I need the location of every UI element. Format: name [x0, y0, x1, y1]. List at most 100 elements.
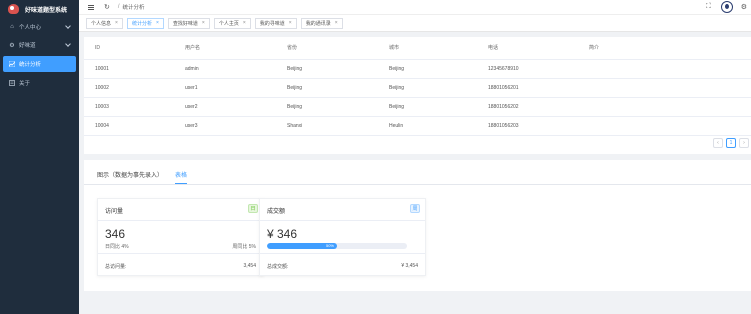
close-icon[interactable]: × — [289, 20, 292, 26]
table-row[interactable]: 10004 user3 Shanxi Heulin 18801056203 — [84, 116, 751, 136]
home-icon: ⌂ — [10, 24, 14, 30]
total-visits-label: 总访问量: — [105, 264, 127, 270]
table-cell: user2 — [185, 97, 287, 117]
avatar[interactable] — [720, 1, 733, 13]
stats-panel: 图示（数据为事先录入） 表格 访问量 日 346 日同比 4% 周同比 5% 总… — [84, 160, 751, 291]
menu-toggle-icon[interactable] — [88, 4, 94, 10]
table-cell: Beijing — [287, 78, 389, 98]
stats-tabs: 图示（数据为事先录入） 表格 — [97, 170, 199, 184]
close-icon[interactable]: × — [115, 20, 118, 26]
chevron-down-icon — [65, 23, 71, 29]
tag-homepage[interactable]: 个人主页 × — [213, 17, 251, 29]
tag-label: 个人主页 — [218, 20, 239, 27]
sidebar-item-label: 关于 — [19, 81, 31, 87]
table-cell: 10002 — [84, 78, 185, 98]
app-title: 好味道题型系统 — [25, 7, 68, 14]
table-cell: 18801056201 — [488, 78, 589, 98]
top-header: ↻ / 统计分析 ⛶ ⚙ — [79, 0, 751, 14]
user-table-card: ID 用户名 省份 城市 电话 简介 10001 admin Beijing B… — [84, 37, 751, 154]
progress-label: 50% — [325, 243, 334, 248]
table-cell: Shanxi — [287, 116, 389, 136]
divider — [260, 253, 425, 254]
tags-bar: 个人信息 × 统计分析 × 查找好味道 × 个人主页 × 我的寻味道 × 我的通讯录 × — [79, 14, 751, 32]
app-logo: 好味道题型系统 — [0, 0, 79, 18]
table-cell: user1 — [185, 78, 287, 98]
table-cell: Beijing — [287, 97, 389, 117]
fullscreen-icon[interactable]: ⛶ — [706, 3, 711, 11]
close-icon[interactable]: × — [202, 20, 205, 26]
total-revenue-label: 总成交额: — [267, 264, 289, 270]
tag-find-taste[interactable]: 查找好味道 × — [167, 17, 210, 29]
table-cell: 10001 — [84, 59, 185, 79]
refresh-icon[interactable]: ↻ — [104, 3, 110, 11]
table-row[interactable]: 10001 admin Beijing Beijing 12345678910 — [84, 59, 751, 79]
table-cell: Beijing — [389, 97, 488, 117]
column-header: 简介 — [589, 37, 751, 60]
sidebar-item-personal-center[interactable]: ⌂ 个人中心 — [0, 18, 79, 36]
next-page-button[interactable]: › — [739, 138, 749, 148]
tab-table[interactable]: 表格 — [175, 170, 188, 184]
sidebar-item-statistics[interactable]: 统计分析 — [3, 56, 76, 72]
table-cell: 18801056203 — [488, 116, 589, 136]
divider — [98, 253, 263, 254]
settings-icon[interactable]: ⚙ — [741, 3, 747, 11]
column-header: 省份 — [287, 37, 389, 60]
document-icon — [9, 80, 15, 86]
column-header: ID — [84, 37, 185, 60]
prev-page-button[interactable]: ‹ — [713, 138, 723, 148]
total-visits-value: 3,454 — [243, 263, 256, 269]
column-header: 城市 — [389, 37, 488, 60]
close-icon[interactable]: × — [156, 20, 159, 26]
progress-bar: 50% — [267, 243, 407, 249]
table-row[interactable]: 10003 user2 Beijing Beijing 18801056202 — [84, 97, 751, 117]
table-cell — [589, 97, 751, 117]
table-cell: Heulin — [389, 116, 488, 136]
tag-contacts[interactable]: 我的通讯录 × — [300, 17, 343, 29]
table-cell: admin — [185, 59, 287, 79]
user-table: ID 用户名 省份 城市 电话 简介 10001 admin Beijing B… — [84, 37, 751, 136]
table-cell: user3 — [185, 116, 287, 136]
close-icon[interactable]: × — [335, 20, 338, 26]
tag-label: 我的通讯录 — [305, 20, 331, 27]
tag-personal-info[interactable]: 个人信息 × — [86, 17, 123, 29]
tag-label: 我的寻味道 — [259, 20, 285, 27]
table-header-row: ID 用户名 省份 城市 电话 简介 — [84, 37, 751, 60]
chevron-down-icon — [65, 41, 71, 47]
table-cell: Beijing — [287, 59, 389, 79]
table-cell: Beijing — [389, 78, 488, 98]
card-title: 访问量 — [105, 209, 124, 215]
chart-icon — [9, 61, 15, 67]
gear-icon: ⚙ — [9, 42, 15, 49]
day-ratio: 日同比 4% — [105, 244, 129, 250]
sidebar-item-good-taste[interactable]: ⚙ 好味道 — [0, 36, 79, 54]
tag-label: 个人信息 — [91, 20, 112, 27]
revenue-value: ¥ 346 — [267, 227, 298, 241]
sidebar-item-label: 好味道 — [19, 43, 36, 49]
table-cell: 10004 — [84, 116, 185, 136]
tab-chart[interactable]: 图示（数据为事先录入） — [97, 170, 163, 184]
tag-my-taste[interactable]: 我的寻味道 × — [254, 17, 297, 29]
table-cell: Beijing — [389, 59, 488, 79]
sidebar-item-label: 个人中心 — [19, 25, 42, 31]
page-number-button[interactable]: 1 — [726, 138, 736, 148]
close-icon[interactable]: × — [243, 20, 246, 26]
week-ratio: 周同比 5% — [232, 244, 256, 250]
column-header: 电话 — [488, 37, 589, 60]
table-cell: 12345678910 — [488, 59, 589, 79]
table-cell — [589, 59, 751, 79]
card-title: 成交额 — [267, 209, 286, 215]
visits-card: 访问量 日 346 日同比 4% 周同比 5% 总访问量: 3,454 — [97, 198, 264, 276]
sidebar-item-about[interactable]: 关于 — [0, 74, 79, 92]
sidebar: 好味道题型系统 ⌂ 个人中心 ⚙ 好味道 统计分析 关于 — [0, 0, 79, 314]
table-cell: 18801056202 — [488, 97, 589, 117]
column-header: 用户名 — [185, 37, 287, 60]
sidebar-item-label: 统计分析 — [19, 62, 42, 68]
divider — [98, 220, 263, 221]
tag-statistics[interactable]: 统计分析 × — [126, 17, 164, 29]
logo-icon — [8, 4, 19, 14]
table-cell: 10003 — [84, 97, 185, 117]
progress-fill: 50% — [267, 243, 337, 249]
table-row[interactable]: 10002 user1 Beijing Beijing 18801056201 — [84, 78, 751, 98]
breadcrumb[interactable]: 统计分析 — [123, 3, 145, 11]
breadcrumb-separator: / — [117, 4, 120, 10]
